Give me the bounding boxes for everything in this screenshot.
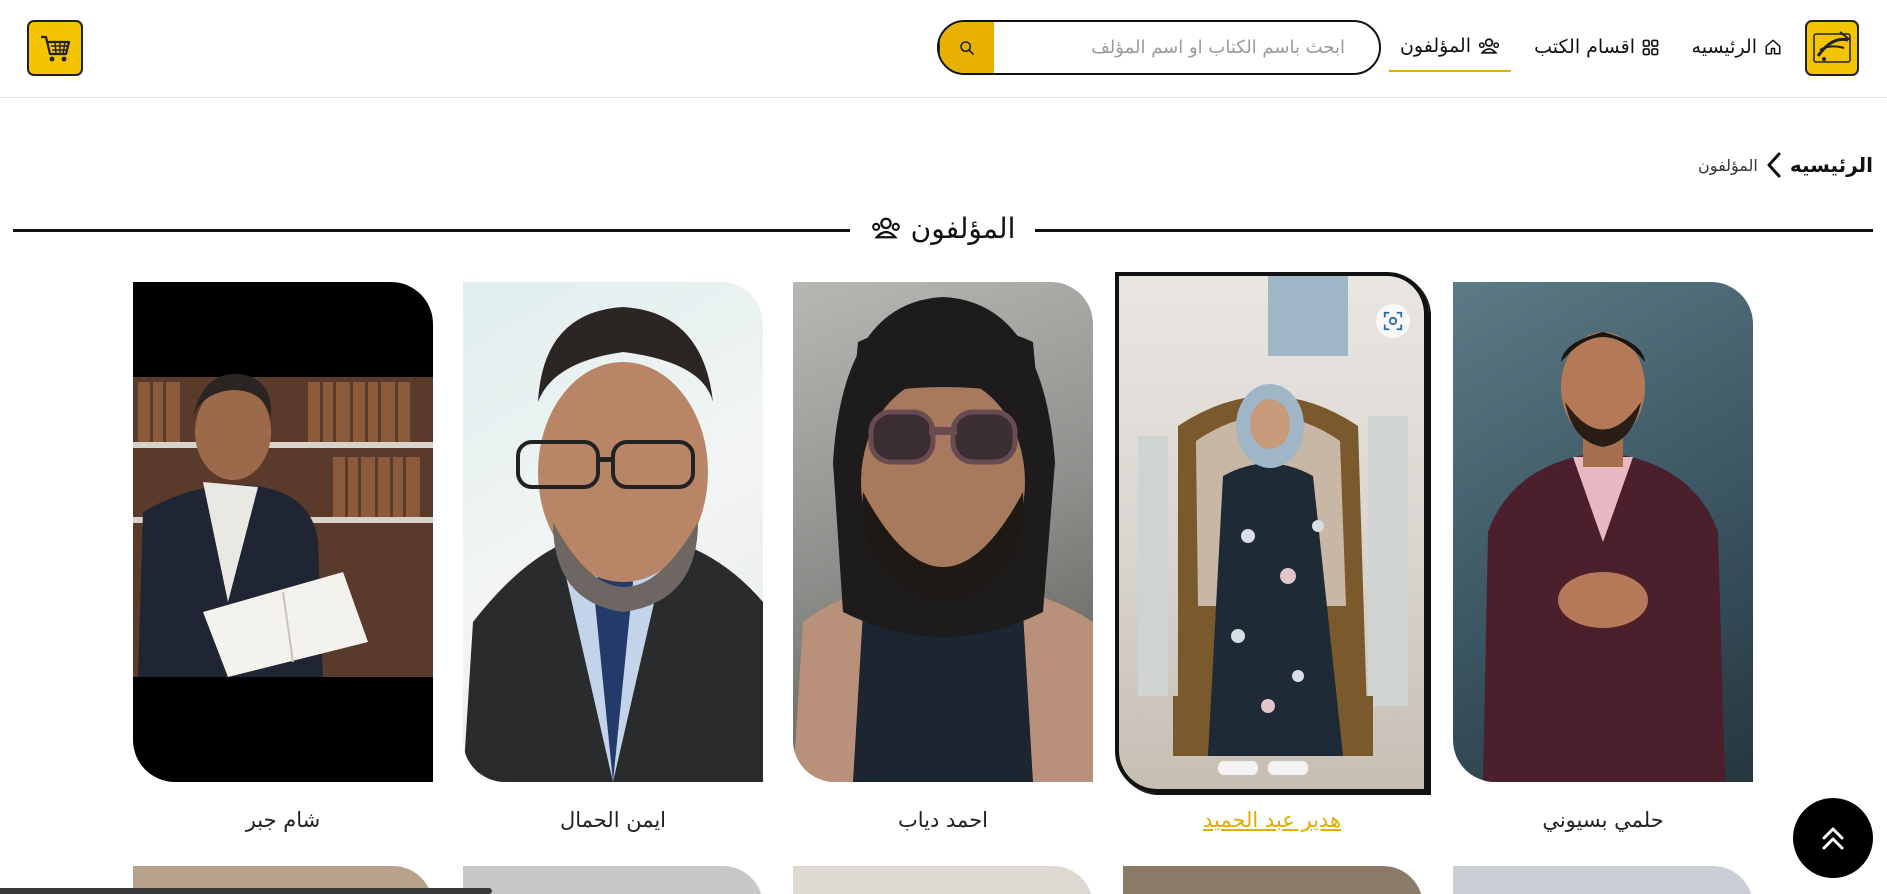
title-divider-left <box>13 229 850 232</box>
lens-scan-icon[interactable] <box>1376 304 1410 338</box>
author-portrait <box>463 307 763 782</box>
author-portrait <box>133 373 433 677</box>
nav-home-label: الرئيسيه <box>1691 36 1757 58</box>
horizontal-scrollbar[interactable] <box>0 888 492 894</box>
author-portrait <box>1483 332 1725 782</box>
author-photo-next-row[interactable] <box>793 866 1093 894</box>
page: الرئيسيه اقسام الكتب المؤلفون ابحث باسم … <box>0 0 1887 894</box>
author-photo[interactable] <box>1115 272 1429 793</box>
grid-icon <box>1642 39 1659 55</box>
double-chevron-up-icon <box>1822 827 1844 850</box>
nav-categories-label: اقسام الكتب <box>1534 36 1635 58</box>
users-icon <box>1478 38 1500 54</box>
scan-icon <box>1383 311 1403 331</box>
scroll-to-top-button[interactable] <box>1793 798 1873 878</box>
author-photo-next-row[interactable] <box>1123 866 1423 894</box>
nav-authors-label: المؤلفون <box>1399 35 1471 57</box>
author-portrait <box>793 297 1093 782</box>
breadcrumb-current: المؤلفون <box>1698 155 1758 175</box>
author-name-link[interactable]: هدير عبد الحميد <box>1115 808 1429 832</box>
author-name[interactable]: احمد دياب <box>793 808 1093 832</box>
author-card[interactable]: احمد دياب <box>793 282 1093 832</box>
author-photo-next-row[interactable] <box>463 866 763 894</box>
site-header: الرئيسيه اقسام الكتب المؤلفون <box>0 0 1887 98</box>
author-name[interactable]: ايمن الحمال <box>463 808 763 832</box>
author-card[interactable]: ايمن الحمال <box>463 282 763 832</box>
cart-button[interactable] <box>27 20 83 76</box>
author-card[interactable]: شام جبر <box>133 282 433 832</box>
book-logo-icon <box>1813 31 1851 63</box>
author-card-active[interactable]: هدير عبد الحميد <box>1115 272 1429 832</box>
breadcrumb: الرئيسيه المؤلفون <box>1698 148 1873 182</box>
section-title-text: المؤلفون <box>910 211 1016 245</box>
section-title: المؤلفون <box>858 204 1028 252</box>
home-icon <box>1765 39 1781 55</box>
search-button[interactable] <box>939 22 994 73</box>
author-photo[interactable] <box>463 282 763 782</box>
chevron-left-icon <box>1767 152 1781 178</box>
breadcrumb-home[interactable]: الرئيسيه <box>1790 153 1873 177</box>
author-portrait <box>1138 276 1408 775</box>
cart-icon <box>41 35 71 62</box>
author-photo[interactable] <box>133 282 433 782</box>
author-photo-next-row[interactable] <box>1453 866 1753 894</box>
search-bar <box>937 20 1381 75</box>
site-logo[interactable] <box>1805 20 1859 76</box>
author-name[interactable]: شام جبر <box>133 808 433 832</box>
search-input[interactable] <box>994 22 1379 73</box>
author-photo[interactable] <box>793 282 1093 782</box>
author-name[interactable]: حلمي بسيوني <box>1453 808 1753 832</box>
author-photo[interactable] <box>1453 282 1753 782</box>
title-divider-right <box>1035 229 1873 232</box>
author-card[interactable]: حلمي بسيوني <box>1453 282 1753 832</box>
nav-categories[interactable]: اقسام الكتب <box>1534 30 1659 64</box>
nav-home[interactable]: الرئيسيه <box>1692 30 1782 64</box>
search-icon <box>960 40 974 55</box>
nav-authors[interactable]: المؤلفون <box>1388 22 1511 72</box>
users-icon <box>871 217 900 239</box>
